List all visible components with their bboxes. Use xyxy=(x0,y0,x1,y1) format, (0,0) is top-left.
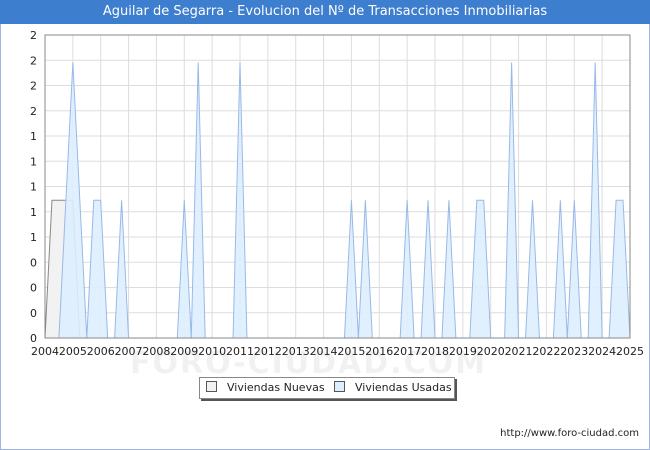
legend-swatch-viviendas-nuevas xyxy=(206,381,217,392)
y-tick-label: 2 xyxy=(30,80,37,93)
y-tick-label: 0 xyxy=(30,256,37,269)
x-tick-label: 2005 xyxy=(59,345,87,358)
y-tick-label: 1 xyxy=(30,206,37,219)
x-tick-label: 2006 xyxy=(87,345,115,358)
y-tick-label: 2 xyxy=(30,54,37,67)
watermark: FORO-CIUDAD.COM xyxy=(130,346,487,381)
y-tick-label: 1 xyxy=(30,130,37,143)
legend: Viviendas Nuevas Viviendas Usadas xyxy=(199,377,455,399)
source-url[interactable]: http://www.foro-ciudad.com xyxy=(500,428,639,439)
y-tick-label: 1 xyxy=(30,181,37,194)
y-tick-label: 2 xyxy=(30,105,37,118)
y-tick-label: 2 xyxy=(30,29,37,42)
x-tick-label: 2021 xyxy=(505,345,533,358)
y-axis-ticks: 0 0 0 0 1 1 1 1 1 2 2 2 2 xyxy=(30,29,37,345)
legend-item-viviendas-nuevas[interactable]: Viviendas Nuevas xyxy=(206,381,325,395)
legend-label-viviendas-usadas: Viviendas Usadas xyxy=(355,381,452,394)
y-tick-label: 0 xyxy=(30,332,37,345)
y-tick-label: 1 xyxy=(30,231,37,244)
x-tick-label: 2022 xyxy=(532,345,560,358)
legend-label-viviendas-nuevas: Viviendas Nuevas xyxy=(227,381,325,394)
y-tick-label: 1 xyxy=(30,155,37,168)
legend-swatch-viviendas-usadas xyxy=(334,381,345,392)
x-tick-label: 2025 xyxy=(616,345,644,358)
y-tick-label: 0 xyxy=(30,282,37,295)
y-tick-label: 0 xyxy=(30,307,37,320)
x-tick-label: 2024 xyxy=(588,345,616,358)
legend-item-viviendas-usadas[interactable]: Viviendas Usadas xyxy=(334,381,452,395)
x-tick-label: 2023 xyxy=(560,345,588,358)
x-tick-label: 2004 xyxy=(31,345,59,358)
